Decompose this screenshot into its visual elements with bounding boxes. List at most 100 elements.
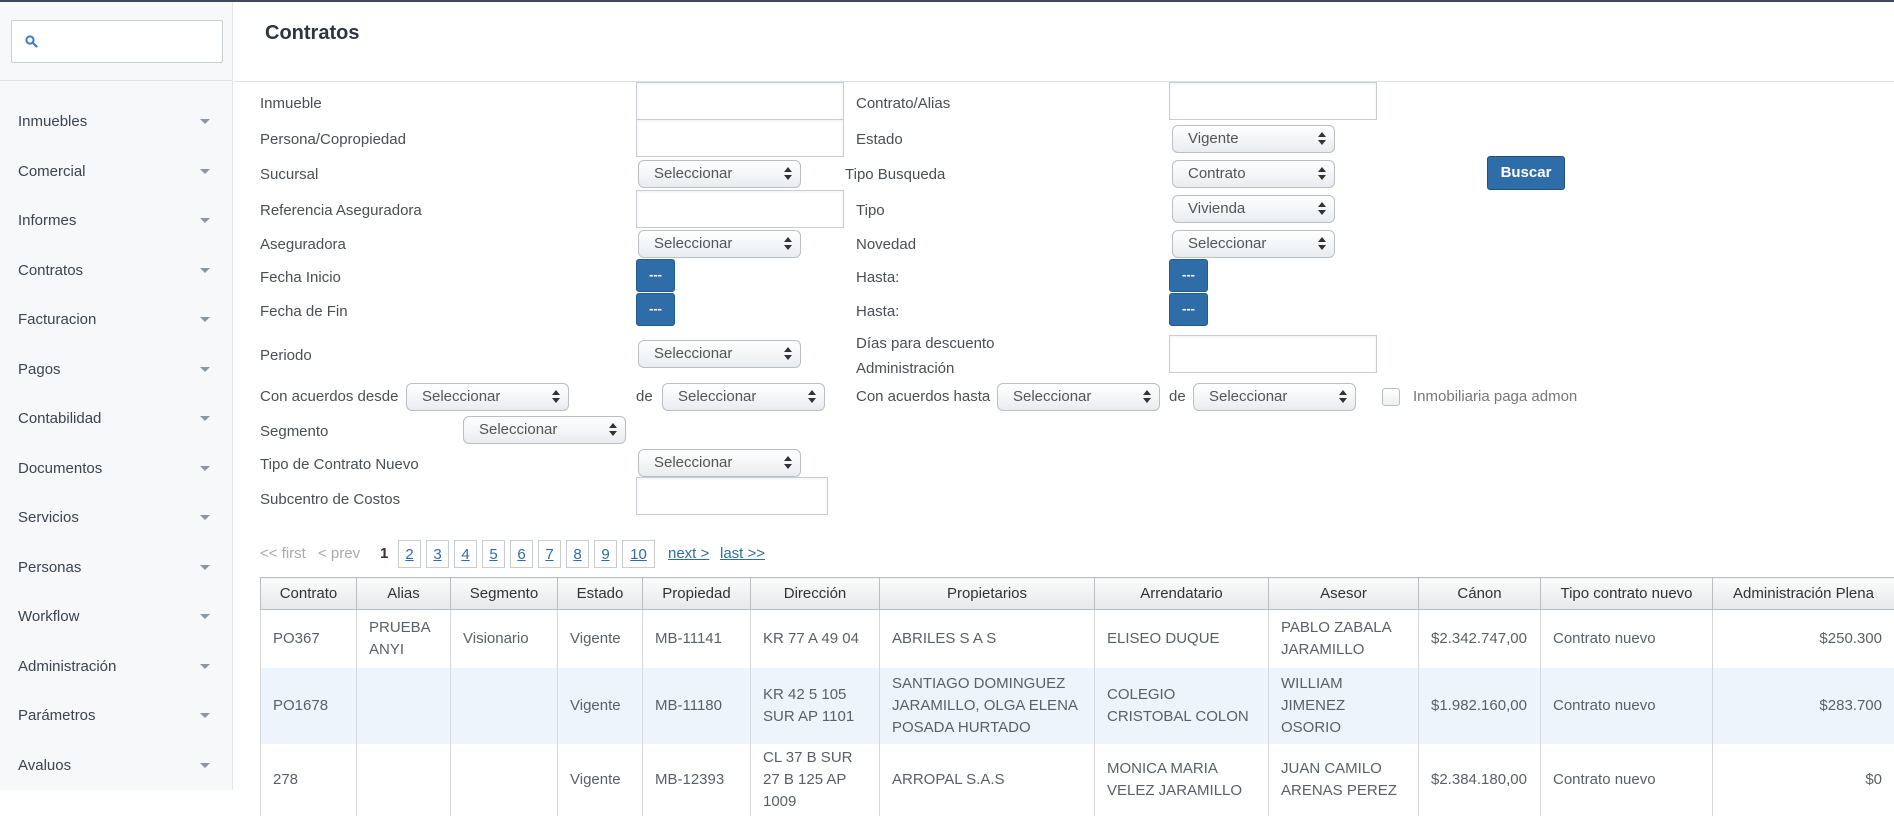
novedad-label: Novedad xyxy=(856,236,916,254)
table-row[interactable]: PO367 PRUEBA ANYI Visionario Vigente MB-… xyxy=(261,610,1894,668)
hasta-picker-button[interactable]: --- xyxy=(1169,293,1208,326)
pagination-next[interactable]: next > xyxy=(668,540,709,568)
search-icon xyxy=(25,35,38,48)
sidebar-item-comercial[interactable]: Comercial xyxy=(0,147,232,197)
column-header[interactable]: Administración Plena xyxy=(1713,578,1894,610)
estado-value: Vigente xyxy=(1188,130,1239,147)
segmento-select[interactable]: Seleccionar xyxy=(463,416,626,444)
pagination-page[interactable]: 3 xyxy=(426,540,449,568)
sidebar-item-personas[interactable]: Personas xyxy=(0,543,232,593)
sidebar-item-documentos[interactable]: Documentos xyxy=(0,444,232,494)
table-cell: ARROPAL S.A.S xyxy=(880,744,1095,816)
sidebar-item-label: Pagos xyxy=(18,361,61,378)
sucursal-select[interactable]: Seleccionar xyxy=(638,160,801,188)
pagination-page[interactable]: 2 xyxy=(398,540,421,568)
persona-copropiedad-input[interactable] xyxy=(636,119,844,157)
buscar-button[interactable]: Buscar xyxy=(1487,156,1565,190)
column-header[interactable]: Propiedad xyxy=(643,578,751,610)
table-row[interactable]: PO1678 Vigente MB-11180 KR 42 5 105 SUR … xyxy=(261,668,1894,744)
sidebar-item-label: Parámetros xyxy=(18,707,96,724)
sidebar-search-box[interactable] xyxy=(11,20,223,63)
column-header[interactable]: Alias xyxy=(357,578,451,610)
sidebar-item-pagos[interactable]: Pagos xyxy=(0,345,232,395)
tipo-busqueda-select[interactable]: Contrato xyxy=(1172,160,1335,188)
table-cell: $1.982.160,00 xyxy=(1419,668,1541,744)
select-arrows-icon xyxy=(784,167,792,181)
column-header[interactable]: Contrato xyxy=(261,578,357,610)
segmento-label: Segmento xyxy=(260,423,328,441)
select-arrows-icon xyxy=(1318,237,1326,251)
pagination-page[interactable]: 9 xyxy=(594,540,617,568)
periodo-value: Seleccionar xyxy=(654,345,732,362)
chevron-down-icon xyxy=(200,218,210,223)
pagination-page[interactable]: 5 xyxy=(482,540,505,568)
sidebar-item-servicios[interactable]: Servicios xyxy=(0,493,232,543)
table-cell: MONICA MARIA VELEZ JARAMILLO xyxy=(1095,744,1269,816)
chevron-down-icon xyxy=(200,268,210,273)
sidebar-item-contabilidad[interactable]: Contabilidad xyxy=(0,394,232,444)
acuerdos-hasta-de-value: Seleccionar xyxy=(1209,388,1287,405)
acuerdos-hasta-select[interactable]: Seleccionar xyxy=(997,383,1160,411)
column-header[interactable]: Segmento xyxy=(451,578,558,610)
acuerdos-desde-de-select[interactable]: Seleccionar xyxy=(662,383,825,411)
subcentro-costos-input[interactable] xyxy=(636,477,828,515)
sidebar-item-administracion[interactable]: Administración xyxy=(0,642,232,692)
acuerdos-hasta-de-select[interactable]: Seleccionar xyxy=(1193,383,1356,411)
select-arrows-icon xyxy=(784,456,792,470)
inmueble-input[interactable] xyxy=(636,82,844,120)
column-header[interactable]: Asesor xyxy=(1269,578,1419,610)
column-header[interactable]: Estado xyxy=(558,578,643,610)
fecha-fin-picker-button[interactable]: --- xyxy=(636,293,675,326)
pagination-last[interactable]: last >> xyxy=(720,540,765,568)
contrato-alias-label: Contrato/Alias xyxy=(856,95,950,113)
sidebar-search-input[interactable] xyxy=(46,29,216,55)
sidebar-item-informes[interactable]: Informes xyxy=(0,196,232,246)
pagination-page[interactable]: 4 xyxy=(454,540,477,568)
estado-select[interactable]: Vigente xyxy=(1172,125,1335,153)
sidebar-item-contratos[interactable]: Contratos xyxy=(0,246,232,296)
sidebar-item-workflow[interactable]: Workflow xyxy=(0,592,232,642)
column-header[interactable]: Cánon xyxy=(1419,578,1541,610)
table-cell: CL 37 B SUR 27 B 125 AP 1009 xyxy=(751,744,880,816)
acuerdos-hasta-label: Con acuerdos hasta xyxy=(856,388,990,406)
column-header[interactable]: Tipo contrato nuevo xyxy=(1541,578,1713,610)
pagination-page[interactable]: 8 xyxy=(566,540,589,568)
tipo-contrato-nuevo-select[interactable]: Seleccionar xyxy=(638,449,801,477)
sidebar-item-inmuebles[interactable]: Inmuebles xyxy=(0,97,232,147)
sidebar-item-label: Inmuebles xyxy=(18,113,87,130)
novedad-select[interactable]: Seleccionar xyxy=(1172,230,1335,258)
subcentro-costos-label: Subcentro de Costos xyxy=(260,491,400,509)
sidebar-item-facturacion[interactable]: Facturacion xyxy=(0,295,232,345)
contrato-alias-input[interactable] xyxy=(1169,82,1377,120)
sidebar-item-avaluos[interactable]: Avaluos xyxy=(0,741,232,791)
acuerdos-desde-select[interactable]: Seleccionar xyxy=(406,383,569,411)
column-header[interactable]: Dirección xyxy=(751,578,880,610)
periodo-select[interactable]: Seleccionar xyxy=(638,340,801,368)
dias-descuento-input[interactable] xyxy=(1169,335,1377,373)
tipo-busqueda-label: Tipo Busqueda xyxy=(845,166,945,184)
fecha-inicio-picker-button[interactable]: --- xyxy=(636,259,675,292)
pagination-page[interactable]: 10 xyxy=(622,540,655,568)
referencia-aseguradora-input[interactable] xyxy=(636,190,844,228)
select-arrows-icon xyxy=(784,347,792,361)
table-cell: PO1678 xyxy=(261,668,357,744)
select-arrows-icon xyxy=(609,423,617,437)
tipo-contrato-nuevo-value: Seleccionar xyxy=(654,454,732,471)
page-title: Contratos xyxy=(265,22,359,45)
table-cell: ELISEO DUQUE xyxy=(1095,610,1269,668)
column-header[interactable]: Arrendatario xyxy=(1095,578,1269,610)
aseguradora-select[interactable]: Seleccionar xyxy=(638,230,801,258)
inmobiliaria-paga-checkbox[interactable] xyxy=(1382,388,1400,406)
table-cell: COLEGIO CRISTOBAL COLON xyxy=(1095,668,1269,744)
acuerdos-desde-value: Seleccionar xyxy=(422,388,500,405)
chevron-down-icon xyxy=(200,713,210,718)
pagination-page[interactable]: 7 xyxy=(538,540,561,568)
hasta-picker-button[interactable]: --- xyxy=(1169,259,1208,292)
contracts-table: Contrato Alias Segmento Estado Propiedad… xyxy=(260,577,1894,816)
sidebar-item-parametros[interactable]: Parámetros xyxy=(0,691,232,741)
pagination-page[interactable]: 6 xyxy=(510,540,533,568)
tipo-select[interactable]: Vivienda xyxy=(1172,195,1335,223)
table-row[interactable]: 278 Vigente MB-12393 CL 37 B SUR 27 B 12… xyxy=(261,744,1894,816)
pagination-prev: < prev xyxy=(318,540,360,568)
column-header[interactable]: Propietarios xyxy=(880,578,1095,610)
